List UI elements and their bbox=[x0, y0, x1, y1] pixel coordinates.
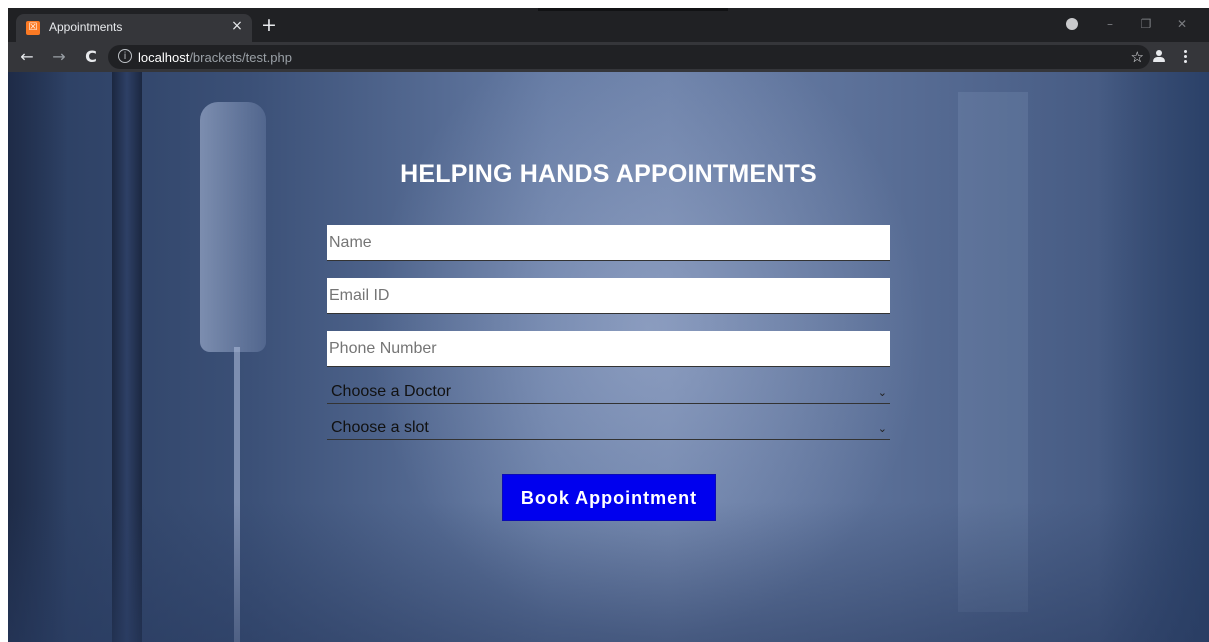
chevron-down-icon: ⌄ bbox=[877, 386, 887, 399]
url-host: localhost bbox=[138, 50, 190, 65]
reload-icon[interactable]: C bbox=[80, 46, 102, 68]
browser-chrome: ☒ Appointments × + – ❐ ✕ ← → C i localho… bbox=[8, 8, 1209, 72]
background-iv-tube bbox=[234, 347, 240, 642]
background-wall-left bbox=[8, 72, 68, 642]
tab-appointments[interactable]: ☒ Appointments × bbox=[16, 14, 252, 42]
account-body-shape bbox=[1153, 57, 1165, 62]
forward-arrow-icon[interactable]: → bbox=[48, 46, 70, 68]
page-title: HELPING HANDS APPOINTMENTS bbox=[400, 160, 817, 188]
tab-strip: ☒ Appointments × + – ❐ ✕ bbox=[8, 8, 1209, 42]
url-text[interactable]: localhost/brackets/test.php bbox=[138, 50, 292, 65]
minimize-button[interactable]: – bbox=[1098, 12, 1122, 36]
profile-indicator[interactable] bbox=[1066, 18, 1078, 30]
chevron-down-icon: ⌄ bbox=[877, 422, 887, 435]
url-path: /brackets/test.php bbox=[189, 50, 292, 65]
info-icon[interactable]: i bbox=[118, 49, 132, 63]
window-notch bbox=[538, 8, 728, 11]
close-icon[interactable]: × bbox=[228, 17, 246, 35]
address-bar[interactable]: i localhost/brackets/test.php ☆ bbox=[108, 45, 1150, 69]
name-field[interactable] bbox=[327, 225, 890, 261]
background-floor bbox=[8, 502, 1209, 642]
background-wall-right bbox=[1098, 72, 1209, 642]
slot-select-value: Choose a slot bbox=[331, 419, 429, 436]
account-head-shape bbox=[1156, 50, 1162, 56]
doctor-select-value: Choose a Doctor bbox=[331, 383, 452, 400]
browser-toolbar: ← → C i localhost/brackets/test.php ☆ bbox=[8, 42, 1209, 72]
slot-select[interactable]: Choose a slot ⌄ bbox=[327, 418, 890, 440]
back-arrow-icon[interactable]: ← bbox=[16, 46, 38, 68]
doctor-select[interactable]: Choose a Doctor ⌄ bbox=[327, 382, 890, 404]
email-field[interactable] bbox=[327, 278, 890, 314]
background-iv-bag bbox=[200, 102, 266, 352]
page-viewport: HELPING HANDS APPOINTMENTS Choose a Doct… bbox=[8, 72, 1209, 642]
tab-title: Appointments bbox=[49, 20, 123, 34]
window-close-button[interactable]: ✕ bbox=[1170, 12, 1194, 36]
account-icon[interactable] bbox=[1152, 49, 1166, 63]
maximize-button[interactable]: ❐ bbox=[1134, 12, 1158, 36]
book-appointment-button[interactable]: Book Appointment bbox=[502, 474, 716, 521]
background-iv-pole bbox=[112, 72, 142, 642]
phone-field[interactable] bbox=[327, 331, 890, 367]
star-icon[interactable]: ☆ bbox=[1131, 47, 1144, 67]
plus-icon[interactable]: + bbox=[259, 14, 279, 36]
more-vert-icon[interactable] bbox=[1184, 50, 1188, 64]
favicon-icon: ☒ bbox=[26, 21, 40, 35]
